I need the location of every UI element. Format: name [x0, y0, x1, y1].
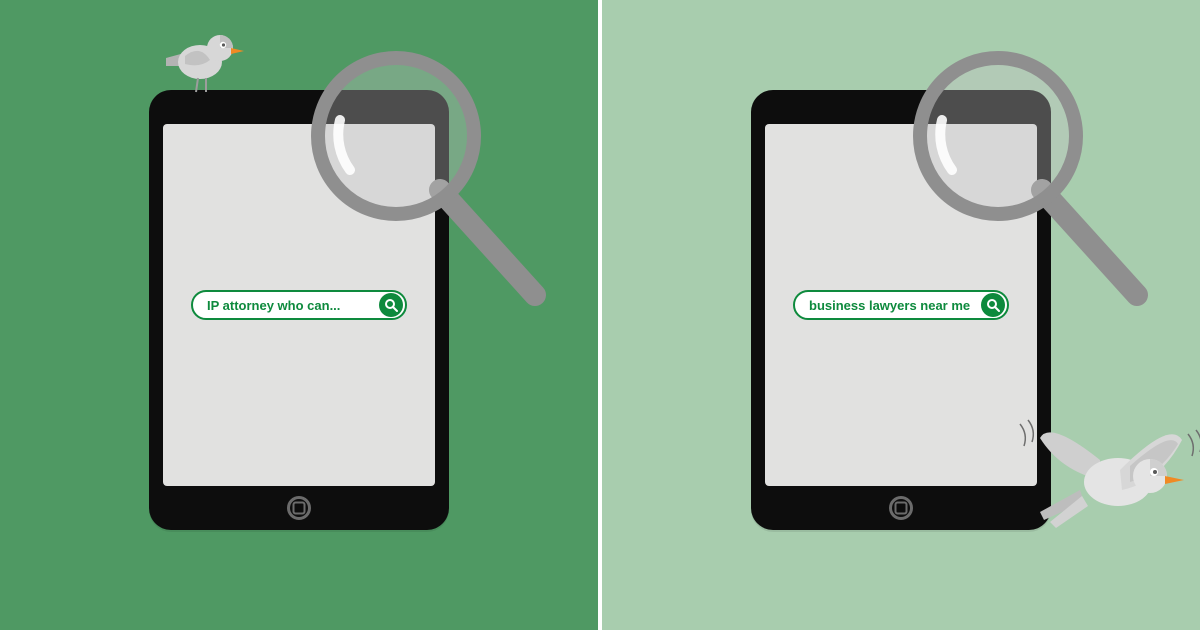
- panel-right: business lawyers near me: [602, 0, 1200, 630]
- home-button-icon: [889, 496, 913, 520]
- bird-flying-icon: [1010, 390, 1200, 540]
- home-button-icon: [287, 496, 311, 520]
- panel-left: IP attorney who can...: [0, 0, 598, 630]
- bird-perched-icon: [160, 26, 250, 96]
- magnifying-glass-icon: [310, 50, 560, 310]
- magnifying-glass-icon: [912, 50, 1162, 310]
